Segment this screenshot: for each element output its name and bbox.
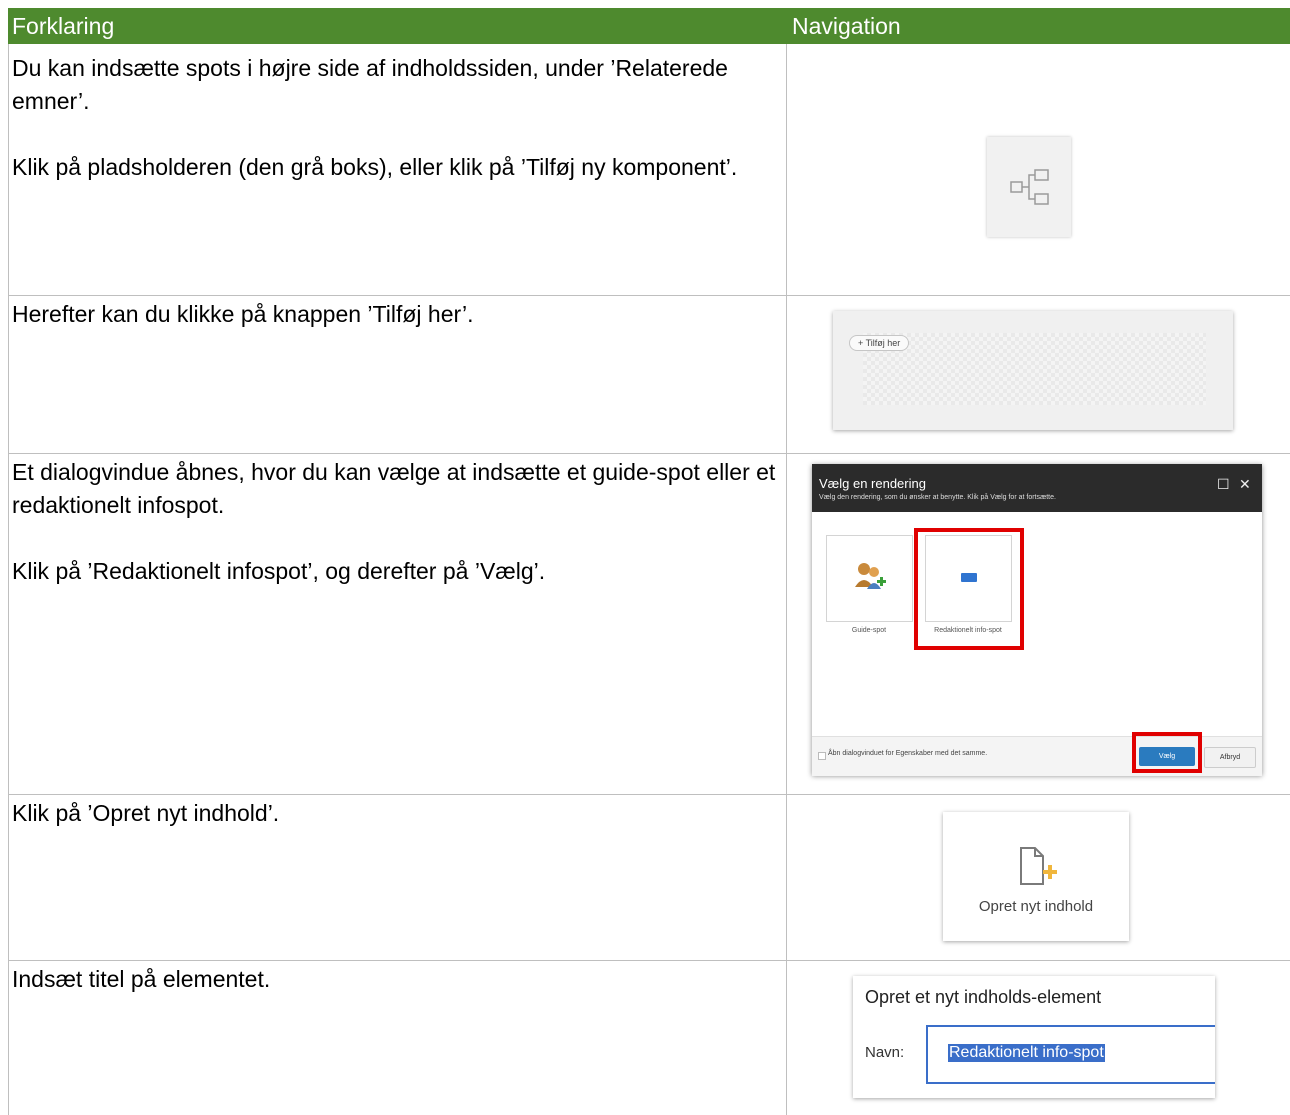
share-icon	[1010, 169, 1049, 205]
opret-nyt-indhold-label: Opret nyt indhold	[978, 898, 1094, 915]
paragraph: Klik på ’Redaktionelt infospot’, og dere…	[12, 558, 546, 584]
header-forklaring: Forklaring	[8, 8, 786, 44]
navn-input-value: Redaktionelt info-spot	[948, 1044, 1105, 1062]
paragraph: Du kan indsætte spots i højre side af in…	[12, 55, 728, 114]
highlight-box	[1132, 732, 1202, 773]
paragraph: Herefter kan du klikke på knappen ’Tilfø…	[12, 301, 474, 327]
placeholder-screenshot	[987, 137, 1071, 237]
row-divider	[8, 960, 1290, 961]
close-icon[interactable]: ✕	[1239, 476, 1251, 493]
dialog-subtitle: Vælg den rendering, som du ønsker at ben…	[819, 494, 1056, 501]
properties-checkbox[interactable]	[818, 752, 826, 760]
row-2-text: Herefter kan du klikke på knappen ’Tilfø…	[12, 298, 777, 331]
guide-spot-tile[interactable]	[826, 535, 913, 622]
row-5-text: Indsæt titel på elementet.	[12, 963, 777, 996]
users-add-icon	[855, 563, 886, 589]
paragraph: Et dialogvindue åbnes, hvor du kan vælge…	[12, 459, 776, 518]
rendering-dialog-screenshot: Vælg en rendering Vælg den rendering, so…	[812, 464, 1262, 776]
paragraph: Klik på ’Opret nyt indhold’.	[12, 800, 280, 826]
afbryd-button[interactable]: Afbryd	[1204, 747, 1256, 768]
opret-nyt-indhold-screenshot[interactable]: Opret nyt indhold	[943, 812, 1129, 941]
dialog-header: Vælg en rendering Vælg den rendering, so…	[812, 464, 1262, 512]
row-3-text: Et dialogvindue åbnes, hvor du kan vælge…	[12, 456, 777, 588]
new-document-icon	[1020, 847, 1057, 885]
paragraph: Indsæt titel på elementet.	[12, 966, 271, 992]
header-navigation: Navigation	[786, 8, 1290, 44]
paragraph: Klik på pladsholderen (den grå boks), el…	[12, 154, 738, 180]
tilfoej-her-screenshot: + Tilføj her	[833, 311, 1233, 430]
maximize-icon[interactable]: ☐	[1217, 476, 1230, 493]
tilfoej-her-button[interactable]: + Tilføj her	[849, 335, 910, 351]
placeholder-area	[863, 333, 1206, 405]
table-border-left	[8, 44, 9, 1115]
properties-checkbox-label: Åbn dialogvinduet for Egenskaber med det…	[828, 750, 988, 757]
dialog-title: Vælg en rendering	[819, 476, 926, 491]
guide-spot-label: Guide-spot	[851, 627, 887, 634]
create-item-title: Opret et nyt indholds-element	[865, 987, 1102, 1007]
row-divider	[8, 453, 1290, 454]
navn-input[interactable]: Redaktionelt info-spot	[926, 1025, 1215, 1084]
highlight-box	[914, 528, 1024, 650]
row-divider	[8, 295, 1290, 296]
table-column-divider	[786, 44, 787, 1115]
row-1-text: Du kan indsætte spots i højre side af in…	[12, 52, 777, 184]
create-item-screenshot: Opret et nyt indholds-element Navn: Reda…	[853, 976, 1215, 1098]
row-4-text: Klik på ’Opret nyt indhold’.	[12, 797, 777, 830]
navn-label: Navn:	[865, 1044, 905, 1061]
row-divider	[8, 794, 1290, 795]
